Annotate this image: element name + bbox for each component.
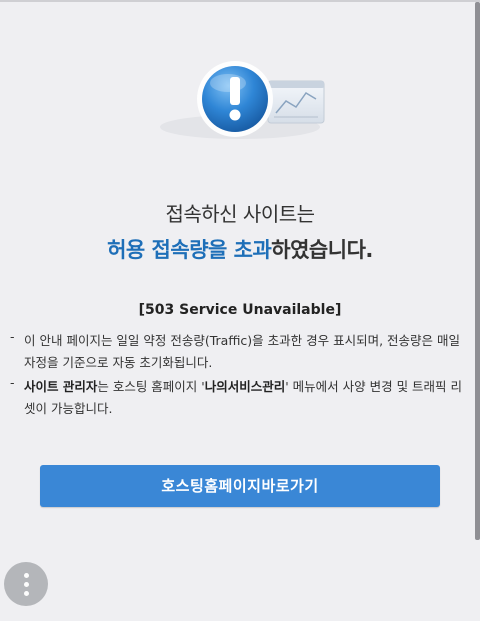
notice-text: 는 호스팅 홈페이지 ' <box>97 379 205 394</box>
more-vertical-icon[interactable] <box>4 562 48 606</box>
notice-bold: 사이트 관리자 <box>24 379 98 394</box>
notice-list: - 이 안내 페이지는 일일 약정 전송량(Traffic)을 초과한 경우 표… <box>10 329 462 422</box>
scrollbar[interactable] <box>475 2 480 540</box>
heading-rest: 하였습니다. <box>271 238 373 262</box>
heading-accent: 허용 접속량을 초과 <box>107 238 272 262</box>
warning-illustration <box>160 61 325 139</box>
status-code: [503 Service Unavailable] <box>138 302 342 318</box>
traffic-graph-icon <box>267 80 325 124</box>
notice-bold: 나의서비스관리 <box>204 379 286 394</box>
hosting-homepage-button[interactable]: 호스팅홈페이지바로가기 <box>40 465 440 507</box>
bullet: - <box>10 329 15 344</box>
notice-item: - 사이트 관리자는 호스팅 홈페이지 '나의서비스관리' 메뉴에서 사양 변경… <box>10 375 462 420</box>
notice-text: 이 안내 페이지는 일일 약정 전송량(Traffic)을 초과한 경우 표시되… <box>24 333 461 370</box>
notice-item: - 이 안내 페이지는 일일 약정 전송량(Traffic)을 초과한 경우 표… <box>10 329 462 374</box>
heading-line-2: 허용 접속량을 초과하였습니다. <box>0 234 480 264</box>
heading-line-1: 접속하신 사이트는 <box>165 202 315 226</box>
bullet: - <box>10 375 15 390</box>
exclamation-circle-icon <box>197 61 273 137</box>
